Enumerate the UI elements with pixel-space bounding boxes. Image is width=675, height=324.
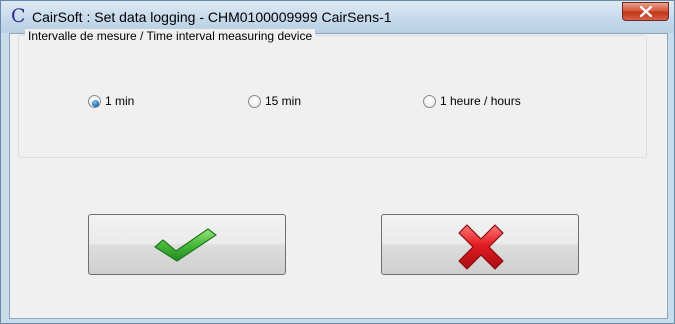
radio-selected-dot xyxy=(92,100,99,107)
radio-circle xyxy=(423,95,436,108)
window-title: CairSoft : Set data logging - CHM0100009… xyxy=(32,9,392,25)
radio-label: 15 min xyxy=(265,94,302,108)
radio-circle xyxy=(88,95,101,108)
radio-label: 1 heure / hours xyxy=(440,94,521,108)
radio-circle xyxy=(248,95,261,108)
ok-button[interactable] xyxy=(88,214,286,275)
radio-label: 1 min xyxy=(105,94,135,108)
cancel-button[interactable] xyxy=(381,214,579,275)
green-checkmark-icon xyxy=(154,228,217,262)
dialog-window: C CairSoft : Set data logging - CHM01000… xyxy=(0,0,675,324)
close-icon xyxy=(640,6,652,17)
interval-group-label: Intervalle de mesure / Time interval mea… xyxy=(25,29,316,43)
red-cross-icon xyxy=(458,224,504,270)
close-button[interactable] xyxy=(622,2,669,21)
app-icon: C xyxy=(11,5,26,27)
